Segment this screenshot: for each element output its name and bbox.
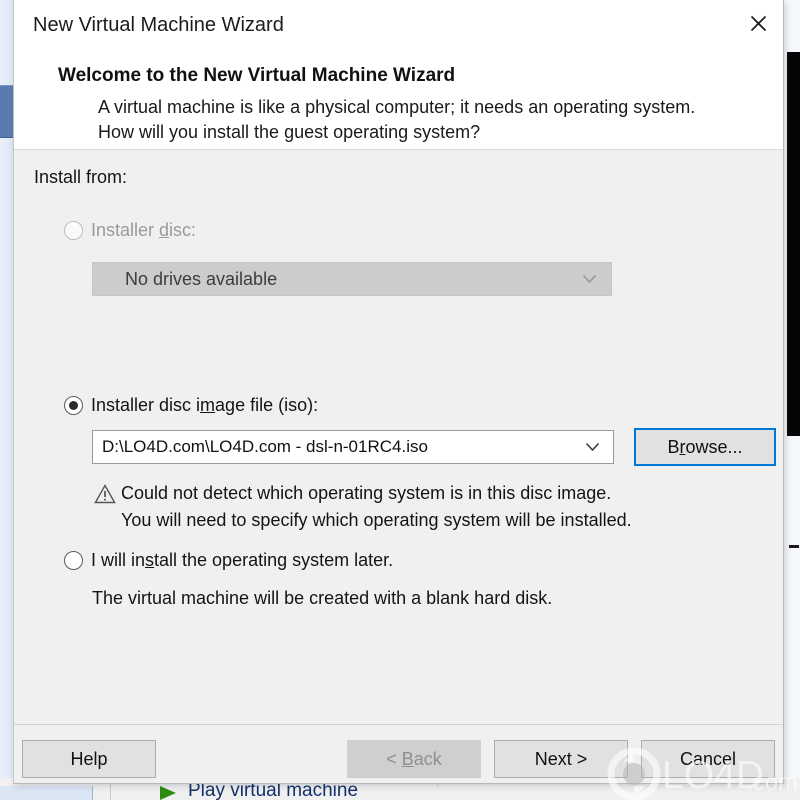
radio-installer-disc-label: Installer disc: <box>91 220 197 240</box>
install-later-note: The virtual machine will be created with… <box>92 588 553 608</box>
iso-path-value[interactable]: D:\LO4D.com\LO4D.com - dsl-n-01RC4.iso <box>102 437 428 457</box>
dialog-title: New Virtual Machine Wizard <box>33 14 284 36</box>
radio-installer-disc-indicator[interactable] <box>64 221 83 240</box>
drive-select-value: No drives available <box>125 268 278 289</box>
screen: Play virtual machine New Virtual Machine… <box>0 0 800 800</box>
help-button-label: Help <box>70 748 108 769</box>
dialog-header-band: Welcome to the New Virtual Machine Wizar… <box>14 54 783 150</box>
warning-line-1: Could not detect which operating system … <box>121 483 612 503</box>
welcome-paragraph: A virtual machine is like a physical com… <box>98 97 696 142</box>
background-bottom-divider <box>110 784 111 800</box>
radio-iso-image-label: Installer disc image file (iso): <box>91 395 319 415</box>
accel-char-iso: m <box>200 395 216 415</box>
drive-select-combobox[interactable]: No drives available <box>92 262 612 296</box>
os-detect-warning: Could not detect which operating system … <box>121 480 721 534</box>
chevron-down-icon <box>582 274 597 284</box>
warning-line-2: You will need to specify which operating… <box>121 510 632 530</box>
warning-triangle-icon <box>94 484 116 504</box>
dialog-body: Install from: Installer disc: No drives … <box>14 150 783 724</box>
browse-button-label: Browse... <box>667 436 743 457</box>
radio-option-install-later[interactable]: I will install the operating system late… <box>64 550 393 571</box>
next-button[interactable]: Next > <box>494 740 628 778</box>
background-vm-console-black <box>787 52 800 436</box>
accel-char-back: B <box>401 748 414 769</box>
background-bottom-left-panel <box>0 786 93 800</box>
close-icon <box>750 15 766 31</box>
iso-path-combobox[interactable]: D:\LO4D.com\LO4D.com - dsl-n-01RC4.iso <box>92 430 614 464</box>
accel-char-disc: d <box>159 220 170 240</box>
play-triangle-icon <box>160 786 176 800</box>
browse-button[interactable]: Browse... <box>634 428 776 466</box>
help-button[interactable]: Help <box>22 740 156 778</box>
radio-iso-image-indicator[interactable] <box>64 396 83 415</box>
dialog-footer: Help < Back Next > Cancel <box>14 725 783 783</box>
close-button[interactable] <box>735 0 781 46</box>
cancel-button[interactable]: Cancel <box>641 740 775 778</box>
welcome-heading: Welcome to the New Virtual Machine Wizar… <box>58 65 456 86</box>
radio-option-installer-disc[interactable]: Installer disc: <box>64 220 196 241</box>
cancel-button-label: Cancel <box>679 748 737 769</box>
accel-char-later: s <box>145 550 155 570</box>
back-button-label: < Back <box>386 748 442 769</box>
radio-option-iso-image[interactable]: Installer disc image file (iso): <box>64 395 318 416</box>
dialog-titlebar: New Virtual Machine Wizard <box>14 0 783 54</box>
next-button-label: Next > <box>534 748 588 769</box>
radio-install-later-indicator[interactable] <box>64 551 83 570</box>
radio-install-later-label: I will install the operating system late… <box>91 550 394 570</box>
install-from-label: Install from: <box>34 167 128 187</box>
new-virtual-machine-wizard-dialog: New Virtual Machine Wizard Welcome to th… <box>13 0 784 784</box>
back-button: < Back <box>347 740 481 778</box>
background-selected-library-item <box>0 85 13 138</box>
background-right-marker <box>789 545 799 548</box>
chevron-down-icon[interactable] <box>585 442 600 452</box>
